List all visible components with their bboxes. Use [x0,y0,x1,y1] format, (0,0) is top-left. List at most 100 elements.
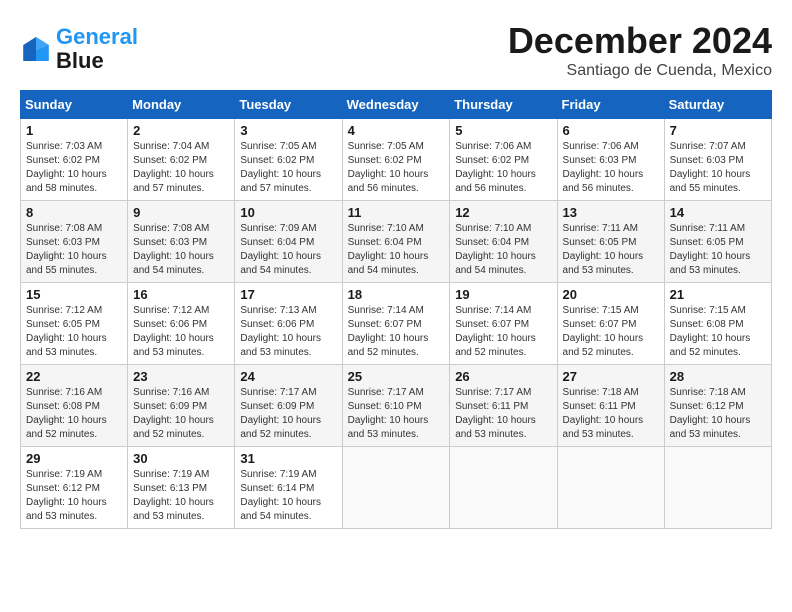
calendar-header-row: SundayMondayTuesdayWednesdayThursdayFrid… [21,91,772,119]
day-number: 18 [348,287,445,302]
calendar-cell: 19 Sunrise: 7:14 AMSunset: 6:07 PMDayligh… [450,283,557,365]
day-number: 16 [133,287,229,302]
day-number: 4 [348,123,445,138]
logo-icon [20,33,52,65]
calendar-week-row: 22 Sunrise: 7:16 AMSunset: 6:08 PMDayligh… [21,365,772,447]
calendar-cell: 31 Sunrise: 7:19 AMSunset: 6:14 PMDayligh… [235,447,342,529]
calendar-table: SundayMondayTuesdayWednesdayThursdayFrid… [20,90,772,529]
day-info: Sunrise: 7:14 AMSunset: 6:07 PMDaylight:… [348,304,445,360]
day-number: 22 [26,369,122,384]
day-number: 1 [26,123,122,138]
day-info: Sunrise: 7:14 AMSunset: 6:07 PMDaylight:… [455,304,551,360]
day-number: 3 [240,123,336,138]
day-number: 6 [563,123,659,138]
location: Santiago de Cuenda, Mexico [508,62,772,80]
calendar-cell: 13 Sunrise: 7:11 AMSunset: 6:05 PMDayligh… [557,201,664,283]
day-number: 17 [240,287,336,302]
weekday-header: Friday [557,91,664,119]
calendar-cell: 27 Sunrise: 7:18 AMSunset: 6:11 PMDayligh… [557,365,664,447]
day-info: Sunrise: 7:05 AMSunset: 6:02 PMDaylight:… [240,140,336,196]
day-info: Sunrise: 7:16 AMSunset: 6:09 PMDaylight:… [133,386,229,442]
day-info: Sunrise: 7:18 AMSunset: 6:11 PMDaylight:… [563,386,659,442]
day-number: 20 [563,287,659,302]
day-info: Sunrise: 7:10 AMSunset: 6:04 PMDaylight:… [455,222,551,278]
day-info: Sunrise: 7:03 AMSunset: 6:02 PMDaylight:… [26,140,122,196]
title-area: December 2024 Santiago de Cuenda, Mexico [508,20,772,80]
calendar-cell: 23 Sunrise: 7:16 AMSunset: 6:09 PMDayligh… [128,365,235,447]
day-info: Sunrise: 7:15 AMSunset: 6:08 PMDaylight:… [670,304,766,360]
day-number: 11 [348,205,445,220]
calendar-week-row: 29Sunrise: 7:19 AMSunset: 6:12 PMDayligh… [21,447,772,529]
day-number: 25 [348,369,445,384]
calendar-cell: 4Sunrise: 7:05 AMSunset: 6:02 PMDaylight… [342,119,450,201]
day-info: Sunrise: 7:07 AMSunset: 6:03 PMDaylight:… [670,140,766,196]
calendar-cell: 7 Sunrise: 7:07 AMSunset: 6:03 PMDaylight… [664,119,771,201]
day-number: 27 [563,369,659,384]
calendar-cell: 28Sunrise: 7:18 AMSunset: 6:12 PMDayligh… [664,365,771,447]
calendar-cell: 8 Sunrise: 7:08 AMSunset: 6:03 PMDaylight… [21,201,128,283]
day-number: 30 [133,451,229,466]
calendar-cell: 9Sunrise: 7:08 AMSunset: 6:03 PMDaylight… [128,201,235,283]
day-number: 31 [240,451,336,466]
calendar-cell: 26 Sunrise: 7:17 AMSunset: 6:11 PMDayligh… [450,365,557,447]
day-info: Sunrise: 7:12 AMSunset: 6:06 PMDaylight:… [133,304,229,360]
calendar-cell: 16 Sunrise: 7:12 AMSunset: 6:06 PMDayligh… [128,283,235,365]
calendar-cell: 5 Sunrise: 7:06 AMSunset: 6:02 PMDaylight… [450,119,557,201]
weekday-header: Sunday [21,91,128,119]
day-number: 2 [133,123,229,138]
day-info: Sunrise: 7:09 AMSunset: 6:04 PMDaylight:… [240,222,336,278]
calendar-cell: 20 Sunrise: 7:15 AMSunset: 6:07 PMDayligh… [557,283,664,365]
calendar-week-row: 8 Sunrise: 7:08 AMSunset: 6:03 PMDaylight… [21,201,772,283]
day-info: Sunrise: 7:11 AMSunset: 6:05 PMDaylight:… [670,222,766,278]
day-number: 21 [670,287,766,302]
calendar-cell: 21 Sunrise: 7:15 AMSunset: 6:08 PMDayligh… [664,283,771,365]
calendar-cell: 29Sunrise: 7:19 AMSunset: 6:12 PMDayligh… [21,447,128,529]
day-info: Sunrise: 7:17 AMSunset: 6:11 PMDaylight:… [455,386,551,442]
calendar-cell: 3 Sunrise: 7:05 AMSunset: 6:02 PMDaylight… [235,119,342,201]
day-info: Sunrise: 7:08 AMSunset: 6:03 PMDaylight:… [26,222,122,278]
day-info: Sunrise: 7:15 AMSunset: 6:07 PMDaylight:… [563,304,659,360]
day-info: Sunrise: 7:16 AMSunset: 6:08 PMDaylight:… [26,386,122,442]
logo-text: General Blue [56,25,138,73]
calendar-week-row: 1 Sunrise: 7:03 AMSunset: 6:02 PMDaylight… [21,119,772,201]
day-info: Sunrise: 7:17 AMSunset: 6:09 PMDaylight:… [240,386,336,442]
weekday-header: Saturday [664,91,771,119]
weekday-header: Tuesday [235,91,342,119]
day-number: 7 [670,123,766,138]
day-info: Sunrise: 7:06 AMSunset: 6:02 PMDaylight:… [455,140,551,196]
day-number: 28 [670,369,766,384]
calendar-cell: 11 Sunrise: 7:10 AMSunset: 6:04 PMDayligh… [342,201,450,283]
day-number: 15 [26,287,122,302]
day-info: Sunrise: 7:13 AMSunset: 6:06 PMDaylight:… [240,304,336,360]
calendar-cell: 17 Sunrise: 7:13 AMSunset: 6:06 PMDayligh… [235,283,342,365]
calendar-cell: 12 Sunrise: 7:10 AMSunset: 6:04 PMDayligh… [450,201,557,283]
day-info: Sunrise: 7:11 AMSunset: 6:05 PMDaylight:… [563,222,659,278]
day-number: 8 [26,205,122,220]
calendar-cell: 25 Sunrise: 7:17 AMSunset: 6:10 PMDayligh… [342,365,450,447]
day-info: Sunrise: 7:17 AMSunset: 6:10 PMDaylight:… [348,386,445,442]
day-number: 19 [455,287,551,302]
calendar-week-row: 15 Sunrise: 7:12 AMSunset: 6:05 PMDayligh… [21,283,772,365]
calendar-cell [342,447,450,529]
page-header: General Blue December 2024 Santiago de C… [20,20,772,80]
day-number: 5 [455,123,551,138]
day-number: 9 [133,205,229,220]
day-info: Sunrise: 7:10 AMSunset: 6:04 PMDaylight:… [348,222,445,278]
day-number: 12 [455,205,551,220]
day-info: Sunrise: 7:12 AMSunset: 6:05 PMDaylight:… [26,304,122,360]
weekday-header: Wednesday [342,91,450,119]
day-number: 14 [670,205,766,220]
calendar-cell: 30Sunrise: 7:19 AMSunset: 6:13 PMDayligh… [128,447,235,529]
calendar-cell: 15 Sunrise: 7:12 AMSunset: 6:05 PMDayligh… [21,283,128,365]
calendar-cell: 2Sunrise: 7:04 AMSunset: 6:02 PMDaylight… [128,119,235,201]
day-number: 23 [133,369,229,384]
day-number: 26 [455,369,551,384]
day-number: 13 [563,205,659,220]
logo: General Blue [20,25,138,73]
calendar-cell: 1 Sunrise: 7:03 AMSunset: 6:02 PMDaylight… [21,119,128,201]
day-number: 24 [240,369,336,384]
calendar-cell: 6Sunrise: 7:06 AMSunset: 6:03 PMDaylight… [557,119,664,201]
month-title: December 2024 [508,20,772,62]
day-info: Sunrise: 7:19 AMSunset: 6:14 PMDaylight:… [240,468,336,524]
day-info: Sunrise: 7:19 AMSunset: 6:12 PMDaylight:… [26,468,122,524]
